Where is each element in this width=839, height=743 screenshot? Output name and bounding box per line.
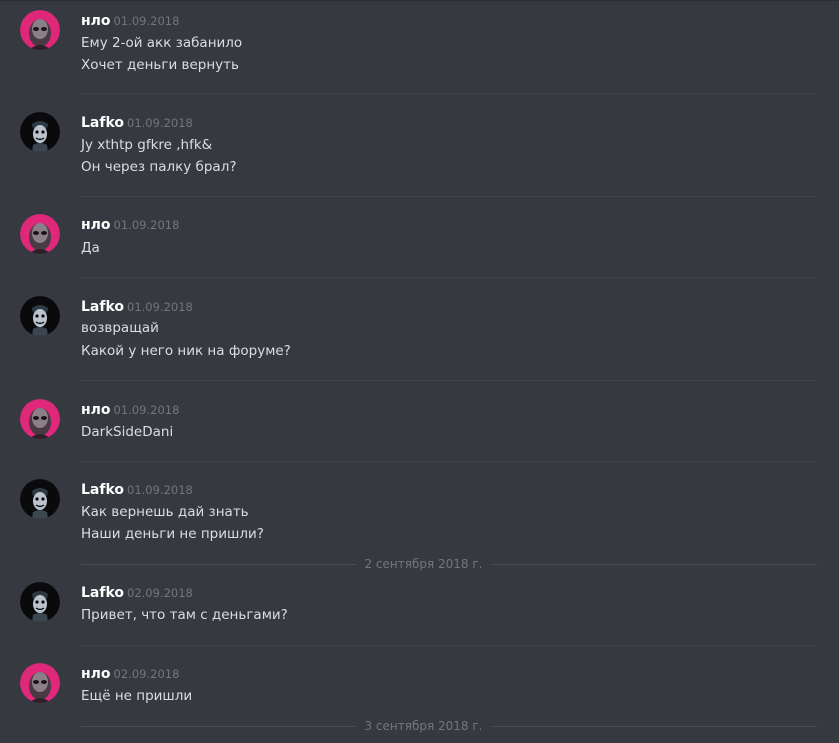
- author-name[interactable]: нло: [81, 402, 111, 418]
- author-name[interactable]: нло: [81, 217, 111, 233]
- author-name[interactable]: нло: [81, 666, 111, 682]
- message-text: Ещё не пришли: [81, 688, 193, 704]
- day-divider-label: 3 сентября 2018 г.: [364, 719, 483, 733]
- message-header: нло 01.09.2018: [81, 214, 180, 233]
- avatar-nlo[interactable]: [20, 214, 60, 254]
- timestamp: 02.09.2018: [127, 586, 193, 600]
- timestamp: 01.09.2018: [113, 218, 180, 232]
- divider-line: [81, 726, 356, 727]
- joker-icon: [20, 296, 60, 336]
- message-separator: [81, 380, 817, 381]
- message-text: Ему 2-ой акк забанило: [81, 35, 243, 51]
- message-separator: [81, 461, 817, 462]
- author-name[interactable]: Lafko: [81, 299, 124, 315]
- joker-icon: [20, 479, 60, 519]
- alien-icon: [20, 399, 60, 439]
- message-text: Какой у него ник на форуме?: [81, 343, 291, 359]
- alien-icon: [20, 214, 60, 254]
- message-separator: [81, 196, 817, 197]
- timestamp: 01.09.2018: [127, 483, 193, 497]
- message-text: Он через палку брал?: [81, 159, 237, 175]
- message-text: возвращай: [81, 320, 159, 336]
- timestamp: 01.09.2018: [127, 116, 193, 130]
- alien-icon: [20, 663, 60, 703]
- message-text: DarkSideDani: [81, 424, 174, 440]
- avatar-lafko[interactable]: [20, 112, 60, 152]
- divider-line: [491, 564, 817, 565]
- message-text: Привет, что там с деньгами?: [81, 607, 288, 623]
- joker-icon: [20, 582, 60, 622]
- divider-line: [81, 564, 356, 565]
- message-header: Lafko 01.09.2018: [81, 296, 193, 315]
- timestamp: 01.09.2018: [127, 300, 193, 314]
- divider-line: [491, 726, 817, 727]
- message-separator: [81, 93, 817, 94]
- avatar-lafko[interactable]: [20, 296, 60, 336]
- avatar-nlo[interactable]: [20, 663, 60, 703]
- day-divider-label: 2 сентября 2018 г.: [364, 557, 483, 571]
- avatar-lafko[interactable]: [20, 479, 60, 519]
- day-divider: 3 сентября 2018 г.: [81, 719, 817, 733]
- timestamp: 02.09.2018: [113, 667, 180, 681]
- author-name[interactable]: нло: [81, 13, 111, 29]
- joker-icon: [20, 112, 60, 152]
- message-text: Да: [81, 240, 100, 256]
- message-header: Lafko 01.09.2018: [81, 479, 193, 498]
- chat-messages: нло 01.09.2018 Ему 2-ой акк забанило Хоче…: [0, 0, 839, 743]
- timestamp: 01.09.2018: [113, 14, 180, 28]
- message-header: Lafko 01.09.2018: [81, 112, 193, 131]
- author-name[interactable]: Lafko: [81, 115, 124, 131]
- alien-icon: [20, 10, 60, 50]
- message-header: нло 02.09.2018: [81, 663, 180, 682]
- avatar-nlo[interactable]: [20, 399, 60, 439]
- message-text: Jy xthtp gfkre ,hfk&: [81, 137, 213, 153]
- message-separator: [81, 277, 817, 278]
- message-text: Хочет деньги вернуть: [81, 57, 239, 73]
- author-name[interactable]: Lafko: [81, 482, 124, 498]
- message-header: нло 01.09.2018: [81, 399, 180, 418]
- avatar-nlo[interactable]: [20, 10, 60, 50]
- avatar-lafko[interactable]: [20, 582, 60, 622]
- message-text: Как вернешь дай знать: [81, 504, 249, 520]
- top-border: [0, 0, 839, 1]
- message-header: Lafko 02.09.2018: [81, 582, 193, 601]
- message-header: нло 01.09.2018: [81, 10, 180, 29]
- message-text: Наши деньги не пришли?: [81, 526, 264, 542]
- timestamp: 01.09.2018: [113, 403, 180, 417]
- message-separator: [81, 645, 817, 646]
- day-divider: 2 сентября 2018 г.: [81, 557, 817, 571]
- author-name[interactable]: Lafko: [81, 585, 124, 601]
